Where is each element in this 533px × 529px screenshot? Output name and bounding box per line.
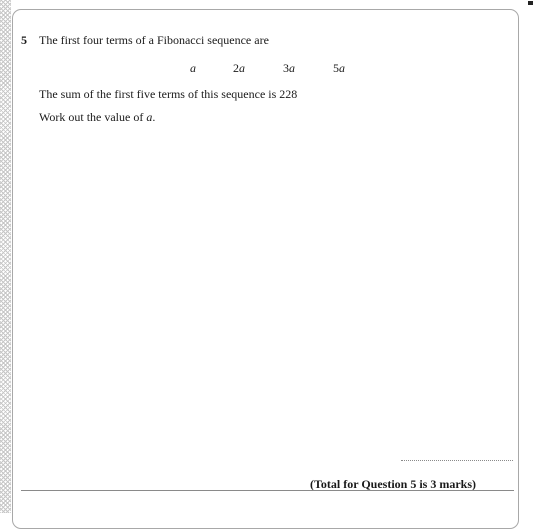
hatched-margin (0, 0, 11, 513)
question-number: 5 (21, 33, 27, 47)
instruction-period: . (152, 110, 156, 124)
question-intro: The first four terms of a Fibonacci sequ… (39, 33, 269, 47)
sequence-term-4: 5a (333, 61, 345, 75)
sequence-term-1: a (190, 61, 196, 75)
bottom-rule (21, 490, 514, 491)
instruction: Work out the value of a. (39, 110, 155, 125)
instruction-text: Work out the value of (39, 110, 147, 124)
sequence-term-3: 3a (283, 61, 295, 75)
sum-statement: The sum of the first five terms of this … (39, 87, 298, 101)
answer-line[interactable] (401, 460, 513, 461)
sequence-term-2: 2a (233, 61, 245, 75)
corner-registration-mark (528, 1, 533, 5)
